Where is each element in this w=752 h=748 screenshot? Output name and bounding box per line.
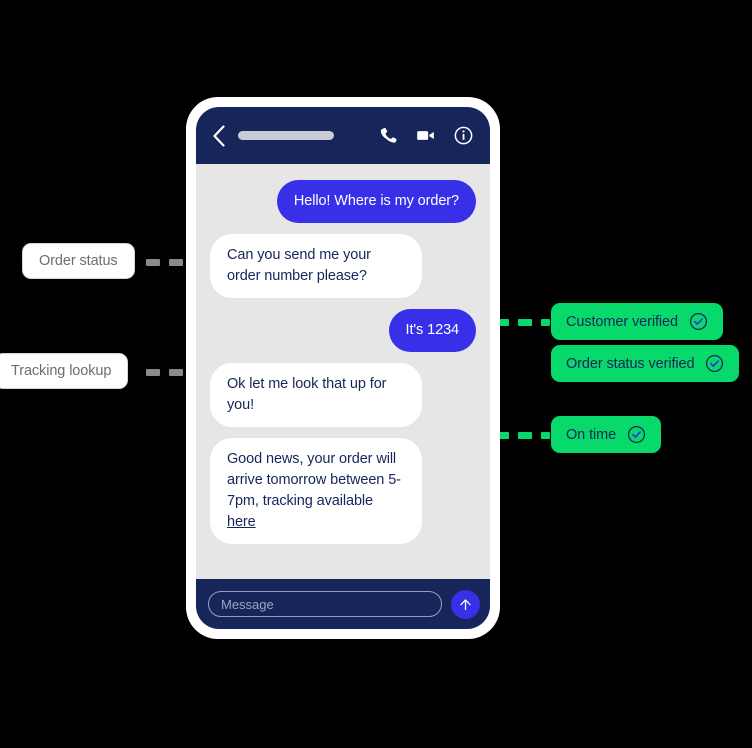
check-circle-icon — [706, 354, 724, 373]
message-text: Can you send me your order number please… — [227, 247, 371, 284]
message-row: Good news, your order will arrive tomorr… — [210, 438, 476, 544]
video-camera-icon[interactable] — [415, 125, 436, 146]
message-bubble-outgoing: Hello! Where is my order? — [276, 180, 476, 223]
info-circle-icon[interactable] — [453, 125, 474, 146]
dash-segment — [169, 369, 183, 376]
message-text: Good news, your order will arrive tomorr… — [227, 451, 401, 509]
dash-segment — [169, 259, 183, 266]
connector-customer-verified — [495, 319, 550, 326]
connector-on-time — [495, 432, 550, 439]
message-text: Ok let me look that up for you! — [227, 376, 387, 413]
message-input[interactable] — [208, 591, 442, 617]
dash-segment — [541, 319, 550, 326]
label-order-status-text: Order status — [39, 253, 118, 269]
check-circle-icon — [628, 425, 646, 444]
message-bubble-incoming: Good news, your order will arrive tomorr… — [210, 438, 422, 544]
badge-on-time: On time — [551, 416, 662, 453]
badge-customer-verified: Customer verified — [551, 303, 723, 340]
contact-name-placeholder — [238, 131, 334, 140]
check-circle-icon — [689, 312, 707, 331]
message-text: It's 1234 — [405, 322, 460, 338]
phone-screen: Hello! Where is my order? Can you send m… — [196, 107, 490, 629]
tracking-link[interactable]: here — [227, 514, 256, 530]
message-bubble-incoming: Can you send me your order number please… — [210, 234, 422, 298]
chevron-left-icon[interactable] — [212, 124, 226, 147]
label-tracking-lookup-text: Tracking lookup — [11, 363, 112, 379]
send-button[interactable] — [451, 589, 480, 619]
badge-on-time-text: On time — [566, 426, 617, 443]
dash-segment — [541, 432, 550, 439]
badge-order-status-verified: Order status verified — [551, 345, 740, 382]
dash-segment — [146, 369, 160, 376]
badge-customer-verified-text: Customer verified — [566, 313, 678, 330]
dash-segment — [518, 319, 532, 326]
message-text: Hello! Where is my order? — [293, 193, 459, 209]
dash-segment — [518, 432, 532, 439]
phone-mockup: Hello! Where is my order? Can you send m… — [186, 97, 500, 639]
message-bubble-incoming: Ok let me look that up for you! — [210, 363, 422, 427]
message-row: Ok let me look that up for you! — [210, 363, 476, 427]
message-row: Hello! Where is my order? — [210, 180, 476, 223]
chat-header — [196, 107, 490, 164]
diagram-canvas: Order status Tracking lookup Customer ve… — [0, 0, 752, 748]
label-order-status: Order status — [22, 243, 135, 279]
message-row: It's 1234 — [210, 309, 476, 352]
message-composer — [196, 579, 490, 629]
message-row: Can you send me your order number please… — [210, 234, 476, 298]
label-tracking-lookup: Tracking lookup — [0, 353, 129, 389]
message-list: Hello! Where is my order? Can you send m… — [196, 164, 490, 579]
badge-order-status-verified-text: Order status verified — [566, 355, 695, 372]
dash-segment — [146, 259, 160, 266]
phone-icon[interactable] — [379, 126, 398, 145]
header-actions — [379, 125, 474, 146]
message-bubble-outgoing: It's 1234 — [388, 309, 476, 352]
arrow-up-icon — [460, 598, 471, 610]
